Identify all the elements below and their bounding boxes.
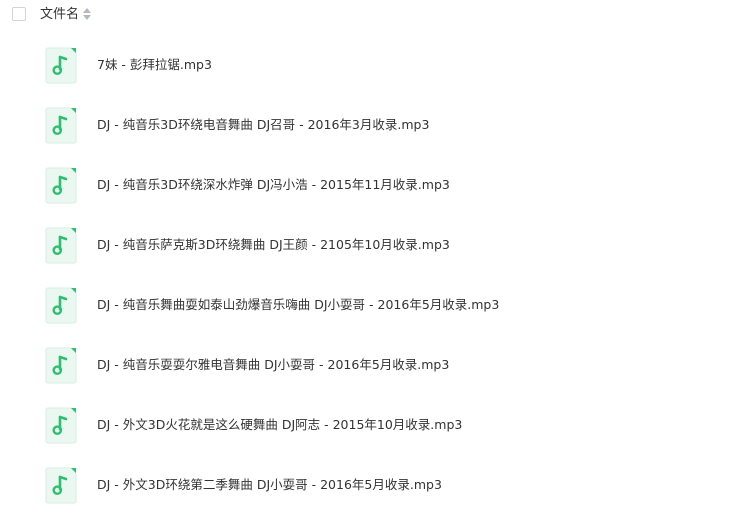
file-name[interactable]: DJ - 纯音乐3D环绕电音舞曲 DJ召哥 - 2016年3月收录.mp3 — [97, 116, 429, 134]
column-header-filename[interactable]: 文件名 — [40, 7, 79, 23]
file-name[interactable]: DJ - 纯音乐耍耍尔雅电音舞曲 DJ小耍哥 - 2016年5月收录.mp3 — [97, 356, 449, 374]
file-list: 7妹 - 彭拜拉锯.mp3 DJ - 纯音乐3D环绕电音舞曲 DJ召哥 - 20… — [0, 35, 732, 515]
file-row[interactable]: DJ - 纯音乐萨克斯3D环绕舞曲 DJ王颜 - 2105年10月收录.mp3 — [0, 215, 732, 275]
file-name[interactable]: DJ - 外文3D环绕第二季舞曲 DJ小耍哥 - 2016年5月收录.mp3 — [97, 476, 442, 494]
music-file-icon — [45, 467, 77, 504]
music-file-icon — [45, 287, 77, 324]
music-file-icon — [45, 107, 77, 144]
file-row[interactable]: DJ - 外文3D环绕第二季舞曲 DJ小耍哥 - 2016年5月收录.mp3 — [0, 455, 732, 515]
file-name[interactable]: DJ - 纯音乐3D环绕深水炸弹 DJ冯小浩 - 2015年11月收录.mp3 — [97, 176, 450, 194]
file-name[interactable]: DJ - 纯音乐舞曲耍如泰山劲爆音乐嗨曲 DJ小耍哥 - 2016年5月收录.m… — [97, 296, 499, 314]
sort-icon[interactable] — [83, 8, 91, 22]
select-all-checkbox[interactable] — [12, 7, 26, 21]
file-row[interactable]: DJ - 纯音乐3D环绕电音舞曲 DJ召哥 - 2016年3月收录.mp3 — [0, 95, 732, 155]
file-list-page: 文件名 7妹 - 彭拜拉锯.mp3 DJ - 纯音乐3D环绕电音舞曲 DJ召哥 … — [0, 0, 732, 516]
file-row[interactable]: DJ - 纯音乐耍耍尔雅电音舞曲 DJ小耍哥 - 2016年5月收录.mp3 — [0, 335, 732, 395]
file-row[interactable]: 7妹 - 彭拜拉锯.mp3 — [0, 35, 732, 95]
music-file-icon — [45, 347, 77, 384]
music-file-icon — [45, 47, 77, 84]
music-file-icon — [45, 407, 77, 444]
file-row[interactable]: DJ - 外文3D火花就是这么硬舞曲 DJ阿志 - 2015年10月收录.mp3 — [0, 395, 732, 455]
file-row[interactable]: DJ - 纯音乐3D环绕深水炸弹 DJ冯小浩 - 2015年11月收录.mp3 — [0, 155, 732, 215]
file-name[interactable]: 7妹 - 彭拜拉锯.mp3 — [97, 56, 212, 74]
file-name[interactable]: DJ - 外文3D火花就是这么硬舞曲 DJ阿志 - 2015年10月收录.mp3 — [97, 416, 462, 434]
file-name[interactable]: DJ - 纯音乐萨克斯3D环绕舞曲 DJ王颜 - 2105年10月收录.mp3 — [97, 236, 450, 254]
music-file-icon — [45, 227, 77, 264]
music-file-icon — [45, 167, 77, 204]
file-row[interactable]: DJ - 纯音乐舞曲耍如泰山劲爆音乐嗨曲 DJ小耍哥 - 2016年5月收录.m… — [0, 275, 732, 335]
file-list-header: 文件名 — [0, 0, 732, 30]
